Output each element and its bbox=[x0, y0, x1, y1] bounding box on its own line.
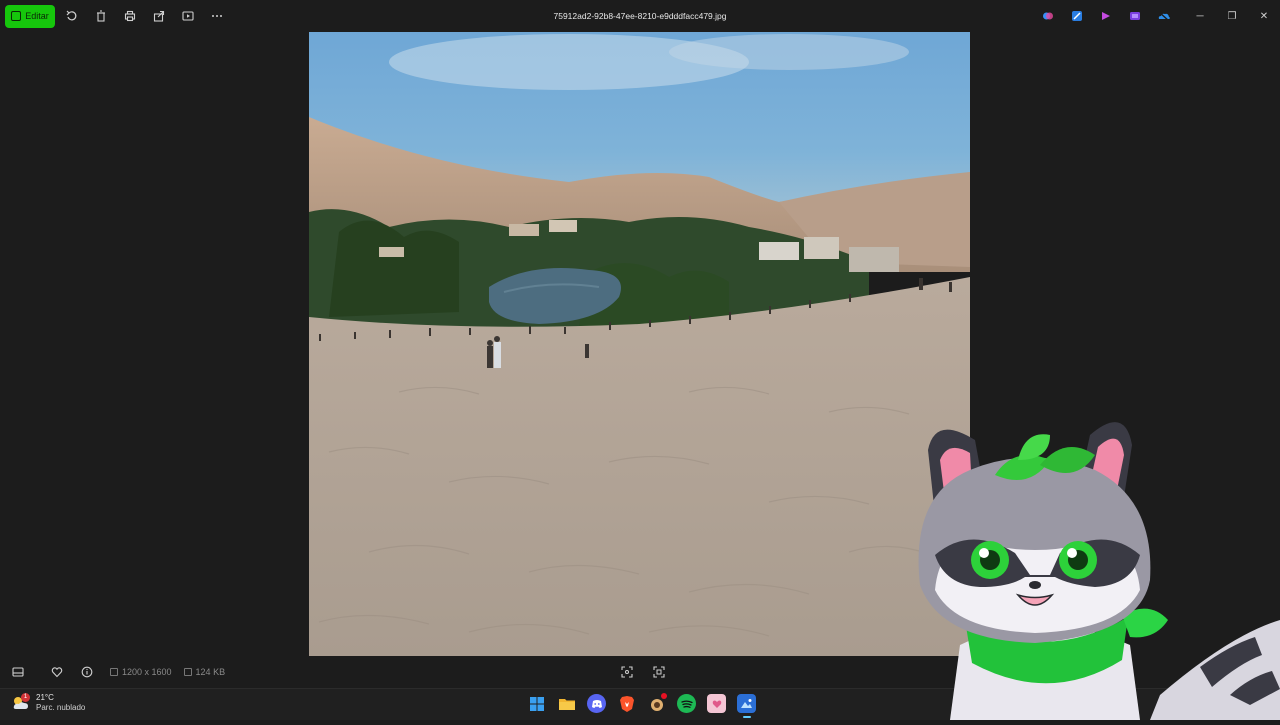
clipchamp-alt-icon bbox=[1130, 12, 1140, 20]
favorite-button[interactable] bbox=[42, 660, 72, 684]
close-icon: ✕ bbox=[1259, 10, 1269, 22]
more-options-button[interactable] bbox=[202, 4, 231, 28]
filmstrip-icon bbox=[12, 667, 24, 677]
weather-alert-badge: 1 bbox=[21, 693, 30, 702]
actual-size-icon bbox=[653, 666, 665, 678]
start-button[interactable] bbox=[527, 694, 546, 713]
restore-button[interactable]: ❐ bbox=[1216, 0, 1248, 32]
oasis-photo bbox=[309, 32, 970, 656]
rotate-icon bbox=[66, 10, 76, 21]
close-button[interactable]: ✕ bbox=[1248, 0, 1280, 32]
brave-browser-button[interactable] bbox=[617, 694, 636, 713]
image-dimensions: 1200 x 1600 bbox=[122, 667, 172, 677]
spotify-icon bbox=[680, 699, 693, 708]
minimize-icon: ─ bbox=[1196, 10, 1204, 22]
folder-icon bbox=[558, 699, 575, 710]
file-size: 124 KB bbox=[195, 667, 226, 677]
pink-app-icon bbox=[712, 700, 721, 708]
clipchamp-alt-button[interactable] bbox=[1127, 8, 1143, 24]
windows-icon bbox=[529, 696, 544, 711]
delete-button[interactable] bbox=[86, 4, 115, 28]
copilot-icon bbox=[1043, 12, 1053, 20]
brave-icon bbox=[619, 695, 634, 712]
discord-button[interactable] bbox=[587, 694, 606, 713]
edit-icon bbox=[11, 11, 22, 21]
copilot-button[interactable] bbox=[1040, 8, 1056, 24]
spotify-button[interactable] bbox=[677, 694, 696, 713]
share-icon bbox=[153, 10, 164, 22]
designer-button[interactable] bbox=[1069, 8, 1085, 24]
file-size-icon bbox=[183, 668, 192, 676]
onedrive-icon bbox=[1158, 11, 1170, 22]
designer-icon bbox=[1072, 11, 1082, 21]
title-bar: Editar 75912ad2-92b8-47ee-8210-e9dddfacc… bbox=[0, 0, 1280, 32]
partly-cloudy-icon: 1 bbox=[12, 693, 30, 710]
clipchamp-icon bbox=[1102, 12, 1110, 20]
restore-icon: ❐ bbox=[1227, 10, 1237, 22]
print-button[interactable] bbox=[115, 4, 144, 28]
heart-icon bbox=[51, 667, 63, 678]
slideshow-icon bbox=[181, 11, 194, 21]
photos-icon bbox=[741, 699, 752, 708]
actual-size-button[interactable] bbox=[644, 660, 674, 684]
print-icon bbox=[124, 10, 135, 22]
photos-button[interactable] bbox=[737, 694, 756, 718]
slideshow-button[interactable] bbox=[173, 4, 202, 28]
edit-button[interactable]: Editar bbox=[5, 4, 55, 28]
share-button[interactable] bbox=[144, 4, 173, 28]
dimensions-icon bbox=[110, 668, 118, 676]
delete-icon bbox=[96, 10, 105, 22]
fit-window-icon bbox=[621, 666, 633, 678]
pinned-app-button[interactable] bbox=[647, 693, 667, 713]
clipchamp-button[interactable] bbox=[1098, 8, 1114, 24]
file-info-button[interactable] bbox=[72, 660, 102, 684]
onedrive-button[interactable] bbox=[1156, 8, 1172, 24]
weather-widget[interactable]: 1 21°C Parc. nublado bbox=[12, 693, 85, 713]
rotate-button[interactable] bbox=[57, 4, 86, 28]
fit-to-window-button[interactable] bbox=[612, 660, 642, 684]
weather-temperature: 21°C bbox=[36, 693, 54, 702]
photo-canvas[interactable] bbox=[309, 32, 970, 656]
weather-description: Parc. nublado bbox=[36, 703, 86, 712]
info-icon bbox=[81, 666, 93, 678]
minimize-button[interactable]: ─ bbox=[1184, 0, 1216, 32]
filmstrip-button[interactable] bbox=[3, 660, 33, 684]
discord-icon bbox=[591, 699, 602, 708]
file-explorer-button[interactable] bbox=[557, 694, 576, 713]
vtuber-raccoon-avatar bbox=[900, 405, 1280, 720]
pink-app-button[interactable] bbox=[707, 694, 726, 713]
more-icon bbox=[211, 15, 222, 17]
notification-dot bbox=[661, 693, 667, 699]
edit-button-label: Editar bbox=[25, 11, 49, 21]
